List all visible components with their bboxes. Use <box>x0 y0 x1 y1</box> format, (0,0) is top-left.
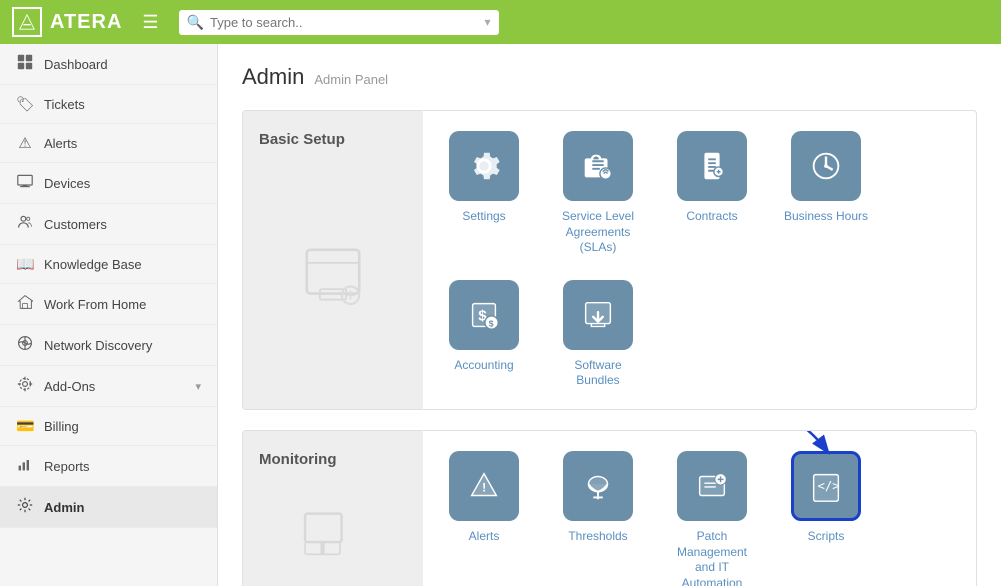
alerts-icon: ⚠ <box>16 134 34 152</box>
sidebar-label-admin: Admin <box>44 500 201 515</box>
search-bar: 🔍 ▾ <box>179 10 499 35</box>
top-nav: ATERA ☰ 🔍 ▾ <box>0 0 1001 44</box>
sidebar-item-admin[interactable]: Admin <box>0 487 217 528</box>
arrow-svg <box>747 430 837 461</box>
sidebar-label-add-ons: Add-Ons <box>44 379 185 394</box>
scripts-icon: </> <box>791 451 861 521</box>
work-from-home-icon <box>16 294 34 314</box>
business-hours-label: Business Hours <box>784 209 868 225</box>
sidebar-item-dashboard[interactable]: Dashboard <box>0 44 217 85</box>
hamburger-button[interactable]: ☰ <box>134 8 166 37</box>
scripts-label: Scripts <box>808 529 845 545</box>
software-bundles-item[interactable]: SoftwareBundles <box>553 280 643 389</box>
page-subtitle: Admin Panel <box>314 72 388 87</box>
logo-box <box>12 7 42 37</box>
monitoring-label: Monitoring <box>243 431 423 586</box>
dashboard-icon <box>16 54 34 74</box>
sidebar-item-add-ons[interactable]: Add-Ons ▾ <box>0 366 217 407</box>
basic-setup-items: Settings Service LevelAgreements (SLAs) <box>423 111 976 409</box>
monitoring-section: Monitoring ! <box>242 430 977 586</box>
add-ons-icon <box>16 376 34 396</box>
sidebar-item-network-discovery[interactable]: Network Discovery <box>0 325 217 366</box>
sidebar-label-network-discovery: Network Discovery <box>44 338 201 353</box>
patch-management-label: Patch Managementand IT Automation <box>667 529 757 586</box>
alerts-monitoring-item[interactable]: ! Alerts <box>439 451 529 545</box>
network-discovery-icon <box>16 335 34 355</box>
main-layout: Dashboard 🏷 Tickets ⚠ Alerts Devices <box>0 44 1001 586</box>
contracts-item[interactable]: Contracts <box>667 131 757 225</box>
accounting-icon: $ $ <box>449 280 519 350</box>
patch-management-icon <box>677 451 747 521</box>
sla-label: Service LevelAgreements (SLAs) <box>553 209 643 256</box>
business-hours-item[interactable]: Business Hours <box>781 131 871 225</box>
accounting-label: Accounting <box>454 358 513 374</box>
basic-setup-label: Basic Setup <box>243 111 423 409</box>
sidebar-item-knowledge-base[interactable]: 📖 Knowledge Base <box>0 245 217 284</box>
logo: ATERA <box>12 7 122 37</box>
sidebar-label-devices: Devices <box>44 176 201 191</box>
settings-label: Settings <box>462 209 505 225</box>
sidebar-label-work-from-home: Work From Home <box>44 297 201 312</box>
patch-management-item[interactable]: Patch Managementand IT Automation <box>667 451 757 586</box>
svg-text:</>: </> <box>817 479 839 493</box>
thresholds-item[interactable]: Thresholds <box>553 451 643 545</box>
basic-setup-placeholder <box>259 164 407 389</box>
admin-icon <box>16 497 34 517</box>
sidebar-label-reports: Reports <box>44 459 201 474</box>
sidebar-label-customers: Customers <box>44 217 201 232</box>
software-bundles-icon <box>563 280 633 350</box>
sidebar-label-alerts: Alerts <box>44 136 201 151</box>
customers-icon <box>16 214 34 234</box>
sidebar-item-reports[interactable]: Reports <box>0 446 217 487</box>
page-header: Admin Admin Panel <box>242 64 977 90</box>
sidebar-item-customers[interactable]: Customers <box>0 204 217 245</box>
sla-icon <box>563 131 633 201</box>
page-title: Admin <box>242 64 304 90</box>
reports-icon <box>16 456 34 476</box>
software-bundles-label: SoftwareBundles <box>574 358 621 389</box>
sidebar-label-dashboard: Dashboard <box>44 57 201 72</box>
settings-icon <box>449 131 519 201</box>
sidebar-item-alerts[interactable]: ⚠ Alerts <box>0 124 217 163</box>
sidebar-item-tickets[interactable]: 🏷 Tickets <box>0 85 217 124</box>
alerts-monitoring-icon: ! <box>449 451 519 521</box>
settings-item[interactable]: Settings <box>439 131 529 225</box>
sidebar-label-knowledge-base: Knowledge Base <box>44 257 201 272</box>
search-dropdown-icon[interactable]: ▾ <box>485 15 491 29</box>
devices-icon <box>16 173 34 193</box>
sidebar-item-devices[interactable]: Devices <box>0 163 217 204</box>
monitoring-items: ! Alerts Thresholds <box>423 431 976 586</box>
search-input[interactable] <box>210 15 479 30</box>
contracts-label: Contracts <box>686 209 737 225</box>
contracts-icon <box>677 131 747 201</box>
sidebar-label-billing: Billing <box>44 419 201 434</box>
business-hours-icon <box>791 131 861 201</box>
svg-text:$: $ <box>489 318 494 328</box>
svg-text:!: ! <box>482 481 486 495</box>
sla-item[interactable]: Service LevelAgreements (SLAs) <box>553 131 643 256</box>
billing-icon: 💳 <box>16 417 34 435</box>
sidebar: Dashboard 🏷 Tickets ⚠ Alerts Devices <box>0 44 218 586</box>
add-ons-chevron: ▾ <box>195 380 201 393</box>
monitoring-placeholder <box>259 484 407 586</box>
accounting-item[interactable]: $ $ Accounting <box>439 280 529 374</box>
basic-setup-section: Basic Setup <box>242 110 977 410</box>
content-area: Admin Admin Panel Basic Setup <box>218 44 1001 586</box>
knowledge-base-icon: 📖 <box>16 255 34 273</box>
sidebar-item-billing[interactable]: 💳 Billing <box>0 407 217 446</box>
tickets-icon: 🏷 <box>16 95 34 113</box>
scripts-item[interactable]: </> Scripts <box>781 451 871 545</box>
alerts-monitoring-label: Alerts <box>469 529 500 545</box>
thresholds-label: Thresholds <box>568 529 627 545</box>
sidebar-label-tickets: Tickets <box>44 97 201 112</box>
thresholds-icon <box>563 451 633 521</box>
search-icon: 🔍 <box>187 14 204 31</box>
sidebar-item-work-from-home[interactable]: Work From Home <box>0 284 217 325</box>
logo-text: ATERA <box>50 11 122 34</box>
